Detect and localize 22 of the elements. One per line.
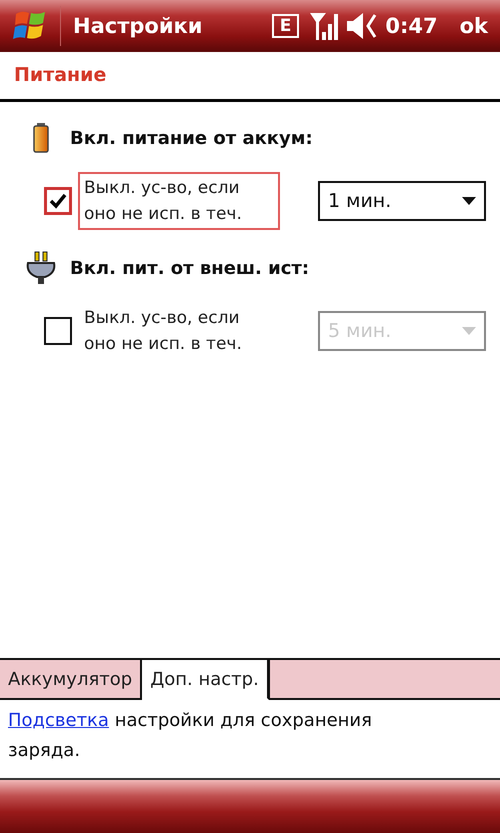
signal-icon[interactable]: [309, 10, 340, 42]
window-title: Настройки: [73, 14, 204, 38]
checkmark-icon: [49, 193, 67, 209]
caret-icon: [462, 197, 476, 205]
section-heading: Вкл. питание от аккум:: [70, 128, 313, 148]
checkbox-label[interactable]: Выкл. ус-во, если оно не исп. в теч.: [78, 302, 280, 360]
plug-icon: [25, 251, 57, 285]
page-title: Питание: [14, 64, 106, 86]
backlight-link[interactable]: Подсветка: [8, 710, 109, 731]
timeout-dropdown[interactable]: 1 мин.: [318, 181, 486, 221]
caret-icon: [462, 327, 476, 335]
tab[interactable]: Доп. настр.: [142, 658, 269, 700]
clock[interactable]: 0:47: [385, 14, 438, 38]
checkbox[interactable]: [44, 187, 72, 215]
ok-button[interactable]: ok: [460, 14, 488, 38]
info-text: Подсветка настройки для сохранения заряда.: [8, 709, 373, 763]
tab[interactable]: Аккумулятор: [0, 658, 142, 700]
network-type-indicator[interactable]: E: [272, 14, 300, 38]
checkbox-label[interactable]: Выкл. ус-во, если оно не исп. в теч.: [78, 172, 280, 230]
checkbox[interactable]: [44, 317, 72, 345]
section-heading: Вкл. пит. от внеш. ист:: [70, 258, 310, 278]
battery-icon: [33, 123, 49, 153]
